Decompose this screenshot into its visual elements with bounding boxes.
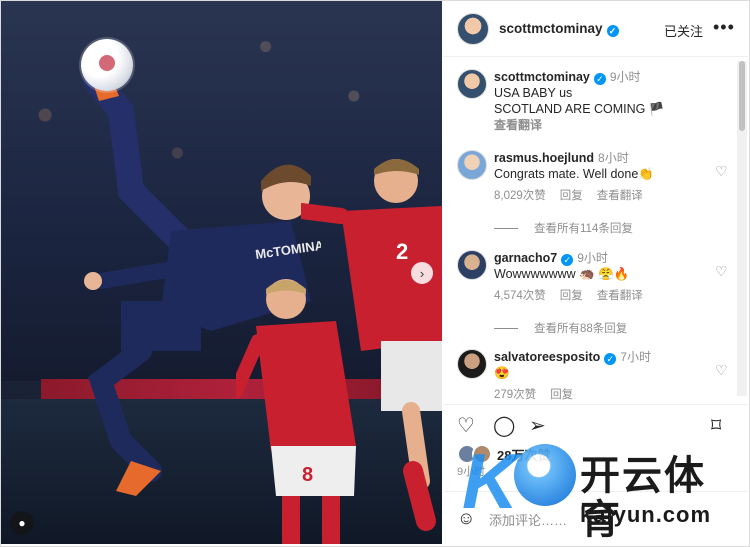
translate-link[interactable]: 查看翻译 [494, 117, 729, 133]
chevron-right-icon: › [419, 265, 425, 281]
verified-icon: ✓ [561, 254, 574, 266]
view-replies-button[interactable]: 查看所有114条回复 [494, 220, 633, 236]
comment-text: 😍 [494, 366, 510, 380]
comment-text: Wowwwwwww 🦔 😤🔥 [494, 267, 630, 281]
caption-line: USA BABY us [494, 86, 573, 100]
likes-count[interactable]: 28万次赞 [457, 444, 550, 464]
action-bar: ♡ ◯ ➢ ⌑ [443, 404, 748, 445]
post-photo[interactable]: McTOMINAY 2 8 › ● [1, 1, 442, 544]
translate-link[interactable]: 查看翻译 [597, 190, 643, 202]
shirt-number: 2 [396, 239, 408, 264]
emoji-icon[interactable]: ☺ [457, 508, 475, 529]
comment-likes[interactable]: 8,029次赞 [494, 190, 546, 202]
comments-list[interactable]: scottmctominay ✓ 9小时 USA BABY us SCOTLAND … [443, 57, 748, 403]
verified-icon: ✓ [606, 24, 619, 37]
tagged-users-button[interactable]: ● [10, 511, 34, 535]
comment-time[interactable]: 9小时 [577, 251, 608, 265]
scrollbar-thumb[interactable] [739, 61, 745, 131]
avatar[interactable] [457, 69, 487, 99]
comment-username[interactable]: rasmus.hoejlund [494, 151, 594, 165]
caption-username[interactable]: scottmctominay [494, 70, 590, 84]
comment-text: Congrats mate. Well done👏 [494, 167, 654, 181]
denmark-player-8: 8 [236, 279, 356, 544]
shirt-number: 8 [302, 464, 313, 486]
more-options-icon[interactable]: ••• [713, 18, 735, 36]
comment-likes[interactable]: 279次赞 [494, 389, 536, 401]
caption-line: SCOTLAND ARE COMING 🏴 [494, 102, 665, 116]
avatar[interactable] [457, 250, 487, 280]
scrollbar[interactable] [737, 61, 747, 396]
comment-input[interactable]: 添加评论…… [489, 510, 567, 529]
following-button[interactable]: 已关注 [664, 21, 703, 40]
avatar[interactable] [457, 12, 489, 45]
reply-button[interactable]: 回复 [560, 190, 583, 202]
translate-link[interactable]: 查看翻译 [597, 290, 643, 302]
reply-button[interactable]: 回复 [560, 290, 583, 302]
verified-icon: ✓ [604, 353, 617, 365]
reply-button[interactable]: 回复 [550, 389, 573, 401]
post-header: scottmctominay ✓ 已关注 ••• [443, 1, 748, 57]
football [81, 39, 133, 91]
avatar [472, 444, 492, 464]
caption-time[interactable]: 9小时 [610, 70, 641, 84]
post-time[interactable]: 9小时 [457, 463, 485, 479]
comment-username[interactable]: salvatoreesposito [494, 350, 600, 364]
like-comment-icon[interactable]: ♡ [715, 263, 728, 280]
avatar[interactable] [457, 349, 487, 379]
bookmark-icon[interactable]: ⌑ [711, 413, 721, 438]
user-icon: ● [18, 516, 26, 530]
view-replies-button[interactable]: 查看所有88条回复 [494, 320, 627, 336]
next-photo-button[interactable]: › [411, 262, 433, 284]
avatar[interactable] [457, 150, 487, 180]
share-icon[interactable]: ➢ [529, 413, 546, 438]
like-comment-icon[interactable]: ♡ [715, 362, 728, 379]
verified-icon: ✓ [593, 73, 606, 85]
add-comment-bar: ☺ 添加评论…… [443, 491, 748, 545]
heart-icon[interactable]: ♡ [457, 413, 475, 438]
post-side-panel: scottmctominay ✓ 已关注 ••• scottmctominay ✓ 9… [443, 1, 748, 544]
author-username[interactable]: scottmctominay ✓ [499, 21, 619, 37]
comment-likes[interactable]: 4,574次赞 [494, 290, 546, 302]
comment-time[interactable]: 7小时 [620, 350, 651, 364]
like-comment-icon[interactable]: ♡ [715, 163, 728, 180]
comment-username[interactable]: garnacho7 [494, 251, 557, 265]
comment-time[interactable]: 8小时 [598, 151, 629, 165]
comment-icon[interactable]: ◯ [493, 413, 515, 438]
